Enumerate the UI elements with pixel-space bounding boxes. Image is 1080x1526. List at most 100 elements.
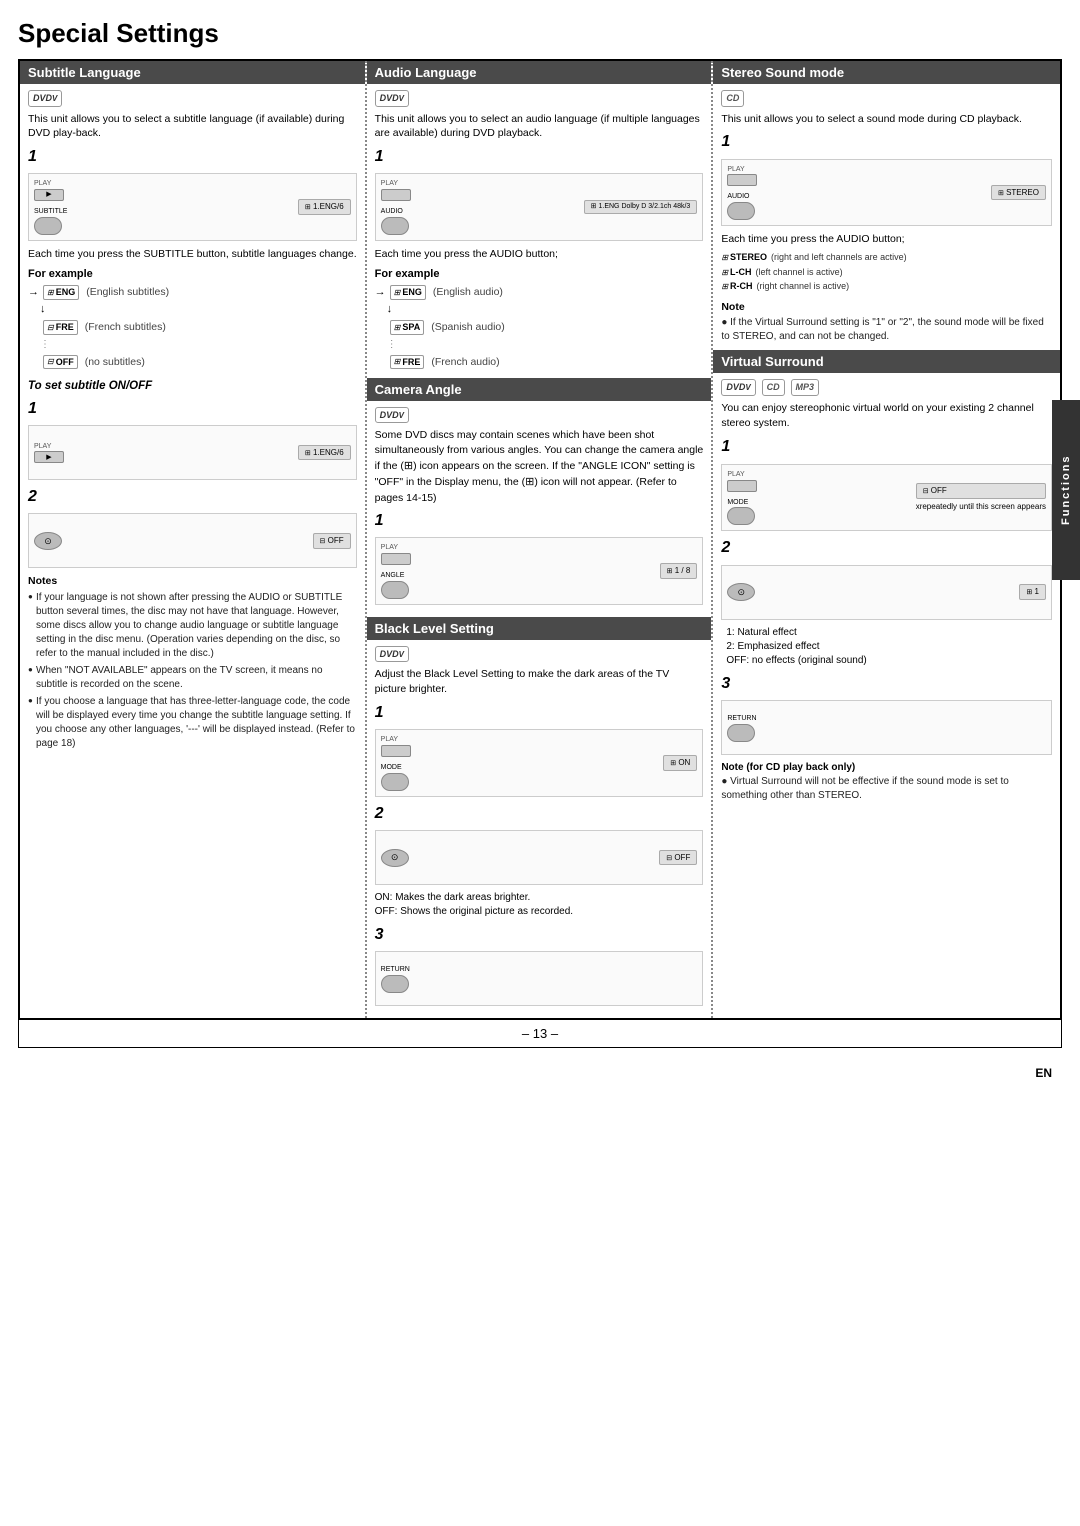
camera-step1-diagram: PLAY ANGLE ⊞ 1 / 8	[375, 537, 704, 605]
subtitle-language-content: DVDV This unit allows you to select a su…	[20, 84, 365, 760]
surround-step1-block: 1 PLAY MODE	[721, 436, 1052, 531]
subtitle-step2-block: 2 ⊙ ⊟ OFF	[28, 486, 357, 568]
black-intro: Adjust the Black Level Setting to make t…	[375, 667, 704, 696]
effect-2: 2: Emphasized effect	[726, 640, 1052, 654]
stereo-note-text: ● If the Virtual Surround setting is "1"…	[721, 316, 1052, 344]
effect-off: OFF: no effects (original sound)	[726, 654, 1052, 668]
audio-language-title: Audio Language	[375, 65, 477, 80]
surround-step2-num: 2	[721, 537, 1052, 559]
surround-step2-screen: ⊞ 1	[1019, 584, 1046, 600]
stereo-sound-title: Stereo Sound mode	[721, 65, 844, 80]
virtual-surround-title: Virtual Surround	[721, 354, 823, 369]
functions-tab: Functions	[1052, 400, 1080, 580]
subtitle-for-example: For example	[28, 267, 357, 282]
black-step1-screen: ⊞ ON	[663, 755, 697, 771]
black-step2-block: 2 ⊙ ⊟ OFF	[375, 803, 704, 885]
black-step3-block: 3 RETURN	[375, 924, 704, 1006]
audio-example-row-2: → ⊞SPA (Spanish audio)	[375, 320, 704, 335]
black-step2-num: 2	[375, 803, 704, 825]
subtitle-step-on-block: 1 PLAY ▶ ⊞ 1.ENG/6	[28, 398, 357, 480]
audio-desc-fre: (French audio)	[431, 355, 499, 370]
surround-note-cd-text: ● Virtual Surround will not be effective…	[721, 775, 1052, 803]
effect-1: 1: Natural effect	[726, 626, 1052, 640]
mp3-badge-surround: MP3	[791, 379, 820, 396]
cd-badge-surround: CD	[762, 379, 785, 396]
dvd-badge-camera: DVDV	[375, 407, 409, 424]
subtitle-step1-screen: ⊞ 1.ENG/6	[298, 199, 351, 215]
stereo-row-rch: ⊞R-CH (right channel is active)	[721, 280, 849, 293]
camera-step1-block: 1 PLAY ANGLE ⊞	[375, 510, 704, 605]
subtitle-notes: Notes If your language is not shown afte…	[28, 574, 357, 751]
audio-code-fre: ⊞FRE	[390, 355, 425, 370]
surround-intro: You can enjoy stereophonic virtual world…	[721, 401, 1052, 431]
audio-for-example: For example	[375, 267, 704, 282]
surround-step3-num: 3	[721, 673, 1052, 695]
subtitle-examples: → ⊞ENG (English subtitles) ↓ → ⊟FRE	[28, 285, 357, 370]
audio-desc-eng: (English audio)	[433, 285, 503, 300]
audio-step1-diagram: PLAY AUDIO ⊞ 1.ENG Dolby D 3/2.1ch 48k/3	[375, 173, 704, 241]
stereo-step1-block: 1 PLAY AUDIO ⊞	[721, 131, 1052, 226]
page-number-bar: – 13 –	[18, 1019, 1062, 1048]
audio-step1-screen: ⊞ 1.ENG Dolby D 3/2.1ch 48k/3	[584, 200, 698, 214]
subtitle-desc-fre: (French subtitles)	[85, 320, 166, 335]
black-level-title: Black Level Setting	[375, 621, 494, 636]
subtitle-code-fre: ⊟FRE	[43, 320, 78, 335]
audio-step1-block: 1 PLAY AUDIO ⊞	[375, 146, 704, 241]
dvd-badge-subtitle: DVDV	[28, 90, 62, 107]
cd-badge-stereo: CD	[721, 90, 744, 107]
surround-step1-note: xrepeatedly until this screen appears	[916, 501, 1046, 512]
dvd-badge-black: DVDV	[375, 646, 409, 663]
subtitle-example-row-3: → ⊟OFF (no subtitles)	[28, 354, 357, 369]
subtitle-step1-num: 1	[28, 146, 357, 168]
black-level-content: DVDV Adjust the Black Level Setting to m…	[367, 640, 712, 1019]
black-step1-block: 1 PLAY MODE ⊞	[375, 702, 704, 797]
subtitle-desc-eng: (English subtitles)	[86, 285, 169, 300]
stereo-step1-diagram: PLAY AUDIO ⊞ STEREO	[721, 159, 1052, 227]
note-2: When "NOT AVAILABLE" appears on the TV s…	[28, 664, 357, 692]
subtitle-intro: This unit allows you to select a subtitl…	[28, 112, 357, 141]
audio-example-row-1: → ⊞ENG (English audio)	[375, 285, 704, 300]
audio-intro: This unit allows you to select an audio …	[375, 112, 704, 141]
black-step1-diagram: PLAY MODE ⊞ ON	[375, 729, 704, 797]
stereo-row-stereo: ⊞STEREO (right and left channels are act…	[721, 251, 906, 264]
black-step3-diagram: RETURN	[375, 951, 704, 1006]
audio-examples: → ⊞ENG (English audio) ↓ → ⊞SPA	[375, 285, 704, 370]
black-off-text: OFF: Shows the original picture as recor…	[375, 905, 704, 919]
dvd-badge-surround: DVDV	[721, 379, 755, 396]
subtitle-step2-diagram: ⊙ ⊟ OFF	[28, 513, 357, 568]
stereo-step1-num: 1	[721, 131, 1052, 153]
camera-angle-title: Camera Angle	[375, 382, 462, 397]
black-step2-diagram: ⊙ ⊟ OFF	[375, 830, 704, 885]
stereo-sound-header: Stereo Sound mode	[713, 61, 1060, 84]
subtitle-press-text: Each time you press the SUBTITLE button,…	[28, 247, 357, 262]
col-subtitle-language: Subtitle Language DVDV This unit allows …	[20, 61, 367, 1018]
page-title: Special Settings	[18, 18, 1062, 49]
stereo-modes: ⊞STEREO (right and left channels are act…	[721, 250, 1052, 294]
play-remote-sub1: PLAY ▶ SUBTITLE	[34, 179, 67, 235]
dvd-badge-audio: DVDV	[375, 90, 409, 107]
audio-desc-spa: (Spanish audio)	[431, 320, 505, 335]
en-badge: EN	[1035, 1066, 1052, 1080]
surround-step3-diagram: RETURN	[721, 700, 1052, 755]
camera-step1-num: 1	[375, 510, 704, 532]
stereo-sound-content: CD This unit allows you to select a soun…	[713, 84, 1060, 350]
camera-step1-screen: ⊞ 1 / 8	[660, 563, 698, 579]
stereo-press-text: Each time you press the AUDIO button;	[721, 232, 1052, 247]
subtitle-language-header: Subtitle Language	[20, 61, 365, 84]
audio-language-content: DVDV This unit allows you to select an a…	[367, 84, 712, 378]
surround-step1-screen: ⊟ OFF	[916, 483, 1046, 499]
stereo-step1-screen: ⊞ STEREO	[991, 185, 1046, 201]
subtitle-step1-block: 1 PLAY ▶ SUBTITLE	[28, 146, 357, 241]
surround-step1-diagram: PLAY MODE ⊟ OFF	[721, 464, 1052, 532]
black-step3-num: 3	[375, 924, 704, 946]
surround-step1-num: 1	[721, 436, 1052, 458]
black-on-text: ON: Makes the dark areas brighter.	[375, 891, 704, 905]
black-level-header: Black Level Setting	[367, 617, 712, 640]
stereo-note: Note ● If the Virtual Surround setting i…	[721, 300, 1052, 345]
stereo-row-lch: ⊞L-CH (left channel is active)	[721, 266, 842, 279]
note-1: If your language is not shown after pres…	[28, 591, 357, 661]
audio-step1-num: 1	[375, 146, 704, 168]
black-step2-screen: ⊟ OFF	[659, 850, 697, 866]
col-stereo-surround: Stereo Sound mode CD This unit allows yo…	[713, 61, 1060, 1018]
subtitle-step-on-diagram: PLAY ▶ ⊞ 1.ENG/6	[28, 425, 357, 480]
